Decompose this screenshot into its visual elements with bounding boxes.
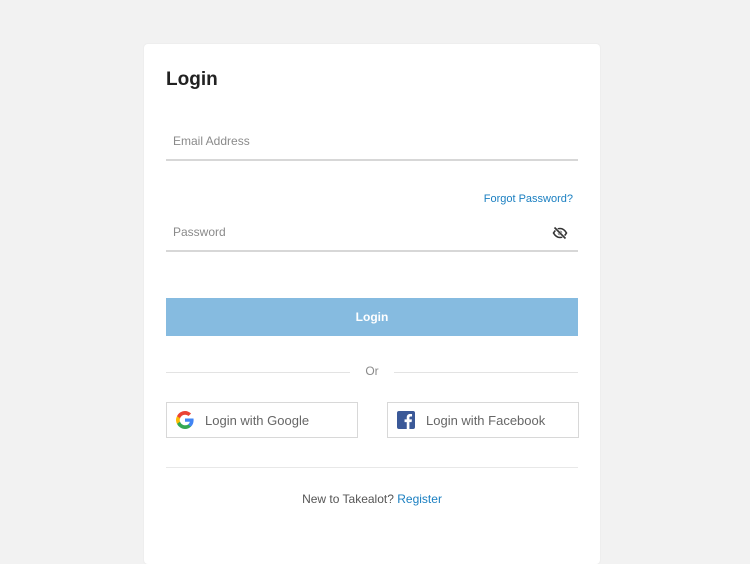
page-title: Login: [166, 69, 218, 90]
password-input[interactable]: [166, 216, 543, 248]
email-input[interactable]: [166, 125, 543, 157]
footer-separator: [166, 467, 578, 468]
register-link[interactable]: Register: [397, 492, 442, 506]
register-prompt: New to Takealot? Register: [144, 492, 600, 506]
login-with-facebook-button[interactable]: Login with Facebook: [387, 402, 579, 438]
or-label: Or: [365, 364, 379, 378]
divider-line-right: [394, 372, 578, 373]
login-button[interactable]: Login: [166, 298, 578, 336]
login-with-google-button[interactable]: Login with Google: [166, 402, 358, 438]
facebook-icon: [397, 411, 415, 429]
or-divider: Or: [166, 363, 578, 381]
eye-slash-icon[interactable]: [552, 225, 568, 241]
login-card: Login Forgot Password? Login Or: [144, 44, 600, 564]
new-to-takealot-text: New to Takealot?: [302, 492, 394, 506]
password-field[interactable]: [166, 216, 578, 252]
facebook-button-label: Login with Facebook: [426, 413, 546, 428]
forgot-password-link[interactable]: Forgot Password?: [484, 193, 573, 205]
google-icon: [176, 411, 194, 429]
google-button-label: Login with Google: [205, 413, 310, 428]
email-field[interactable]: [166, 125, 578, 161]
